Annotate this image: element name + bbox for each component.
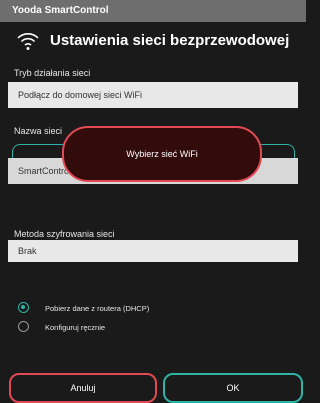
encryption-label: Metoda szyfrowania sieci [14,229,115,239]
app-bar: Yooda SmartControl [0,0,306,22]
mode-label: Tryb działania sieci [14,68,91,78]
mode-select[interactable]: Podłącz do domowej sieci WiFi [8,82,298,108]
mode-value: Podłącz do domowej sieci WiFi [18,90,143,100]
manual-radio[interactable] [18,321,29,332]
page-header: Ustawienia sieci bezprzewodowej [0,22,306,62]
dhcp-radio[interactable] [18,302,29,313]
dhcp-radio-label: Pobierz dane z routera (DHCP) [45,304,150,313]
page-title: Ustawienia sieci bezprzewodowej [50,32,290,49]
toast-text: Wybierz sieć WiFi [126,149,198,159]
wifi-icon [16,30,40,52]
ok-button-label: OK [226,383,240,393]
encryption-select[interactable]: Brak [8,240,298,262]
cancel-button-label: Anuluj [70,383,96,393]
network-name-label: Nazwa sieci [14,126,63,136]
toast-message: Wybierz sieć WiFi [62,126,262,182]
encryption-value: Brak [18,246,37,256]
app-title: Yooda SmartControl [12,5,109,16]
cancel-button[interactable]: Anuluj [9,373,157,403]
ok-button[interactable]: OK [163,373,303,403]
manual-radio-label: Konfiguruj ręcznie [45,323,106,332]
network-name-value: SmartControl [18,166,72,176]
